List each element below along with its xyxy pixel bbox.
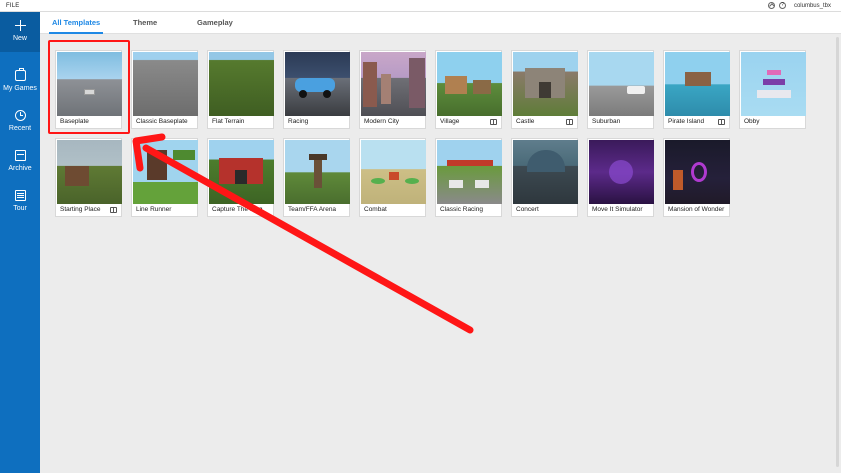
tab-gameplay[interactable]: Gameplay bbox=[197, 18, 233, 27]
template-label: Team/FFA Arena bbox=[288, 206, 337, 213]
sidebar-item-recent[interactable]: Recent bbox=[0, 102, 40, 142]
template-card-flat-terrain[interactable]: Flat Terrain bbox=[207, 50, 274, 129]
archive-icon bbox=[14, 150, 26, 161]
template-card-combat[interactable]: Combat bbox=[359, 138, 426, 217]
template-card-suburban[interactable]: Suburban bbox=[587, 50, 654, 129]
annotation-highlight-box bbox=[48, 40, 130, 134]
template-label: Obby bbox=[744, 118, 760, 125]
book-icon bbox=[566, 119, 573, 125]
template-label: Pirate Island bbox=[668, 118, 705, 125]
template-thumbnail bbox=[133, 52, 198, 116]
briefcase-icon bbox=[14, 68, 26, 81]
sidebar-item-label: My Games bbox=[3, 85, 37, 92]
template-label: Classic Racing bbox=[440, 206, 483, 213]
template-thumbnail bbox=[665, 140, 730, 204]
template-thumbnail bbox=[285, 140, 350, 204]
sidebar-item-my-games[interactable]: My Games bbox=[0, 62, 40, 102]
template-card-team-ffa-arena[interactable]: Team/FFA Arena bbox=[283, 138, 350, 217]
template-thumbnail bbox=[209, 140, 274, 204]
vertical-scrollbar[interactable] bbox=[836, 37, 839, 467]
template-card-line-runner[interactable]: Line Runner bbox=[131, 138, 198, 217]
template-label: Suburban bbox=[592, 118, 621, 125]
tour-icon bbox=[14, 190, 26, 201]
template-thumbnail bbox=[285, 52, 350, 116]
template-card-modern-city[interactable]: Modern City bbox=[359, 50, 426, 129]
sidebar: New My Games Recent Archive Tour bbox=[0, 12, 40, 473]
template-label: Castle bbox=[516, 118, 535, 125]
template-card-obby[interactable]: Obby bbox=[739, 50, 806, 129]
template-thumbnail bbox=[57, 140, 122, 204]
template-thumbnail bbox=[361, 140, 426, 204]
sidebar-item-label: Archive bbox=[8, 165, 32, 172]
sidebar-item-label: New bbox=[12, 35, 27, 42]
template-label: Line Runner bbox=[136, 206, 172, 213]
template-thumbnail bbox=[589, 52, 654, 116]
template-label: Classic Baseplate bbox=[136, 118, 188, 125]
template-label: Flat Terrain bbox=[212, 118, 245, 125]
template-card-castle[interactable]: Castle bbox=[511, 50, 578, 129]
sidebar-item-tour[interactable]: Tour bbox=[0, 182, 40, 222]
template-card-village[interactable]: Village bbox=[435, 50, 502, 129]
template-card-capture-the-flag[interactable]: Capture The Flag bbox=[207, 138, 274, 217]
template-card-classic-baseplate[interactable]: Classic Baseplate bbox=[131, 50, 198, 129]
tab-all-templates[interactable]: All Templates bbox=[48, 18, 104, 34]
template-card-move-it-simulator[interactable]: Move It Simulator bbox=[587, 138, 654, 217]
sync-icon[interactable] bbox=[767, 2, 775, 9]
template-thumbnail bbox=[209, 52, 274, 116]
plus-icon bbox=[14, 20, 26, 31]
template-tabs: All Templates Theme Gameplay bbox=[40, 12, 841, 34]
template-label: Racing bbox=[288, 118, 309, 125]
template-thumbnail bbox=[513, 140, 578, 204]
template-label: Combat bbox=[364, 206, 387, 213]
template-card-starting-place[interactable]: Starting Place bbox=[55, 138, 122, 217]
template-thumbnail bbox=[513, 52, 578, 116]
template-thumbnail bbox=[361, 52, 426, 116]
template-thumbnail bbox=[133, 140, 198, 204]
sidebar-item-new[interactable]: New bbox=[0, 12, 40, 52]
template-card-pirate-island[interactable]: Pirate Island bbox=[663, 50, 730, 129]
username[interactable]: columbus_tbx bbox=[794, 3, 831, 9]
template-label: Capture The Flag bbox=[212, 206, 263, 213]
sidebar-item-archive[interactable]: Archive bbox=[0, 142, 40, 182]
template-card-mansion-of-wonder[interactable]: Mansion of Wonder bbox=[663, 138, 730, 217]
template-card-classic-racing[interactable]: Classic Racing bbox=[435, 138, 502, 217]
template-thumbnail bbox=[665, 52, 730, 116]
template-thumbnail bbox=[437, 140, 502, 204]
book-icon bbox=[490, 119, 497, 125]
template-label: Village bbox=[440, 118, 460, 125]
template-thumbnail bbox=[589, 140, 654, 204]
clock-icon bbox=[14, 110, 26, 121]
template-label: Mansion of Wonder bbox=[668, 206, 725, 213]
help-icon[interactable]: ? bbox=[778, 2, 786, 9]
template-thumbnail bbox=[437, 52, 502, 116]
book-icon bbox=[110, 207, 117, 213]
titlebar-right: ? columbus_tbx bbox=[767, 2, 831, 9]
book-icon bbox=[718, 119, 725, 125]
tab-theme[interactable]: Theme bbox=[133, 18, 157, 27]
sidebar-item-label: Recent bbox=[8, 125, 32, 132]
title-bar: FILE ? columbus_tbx bbox=[0, 0, 841, 12]
template-thumbnail bbox=[741, 52, 806, 116]
template-label: Move It Simulator bbox=[592, 206, 643, 213]
sidebar-item-label: Tour bbox=[13, 205, 27, 212]
template-label: Modern City bbox=[364, 118, 400, 125]
template-label: Starting Place bbox=[60, 206, 101, 213]
template-card-racing[interactable]: Racing bbox=[283, 50, 350, 129]
template-grid: Baseplate Classic Baseplate Flat Terrain… bbox=[40, 35, 841, 473]
template-card-concert[interactable]: Concert bbox=[511, 138, 578, 217]
template-label: Concert bbox=[516, 206, 539, 213]
file-menu[interactable]: FILE bbox=[6, 3, 19, 9]
